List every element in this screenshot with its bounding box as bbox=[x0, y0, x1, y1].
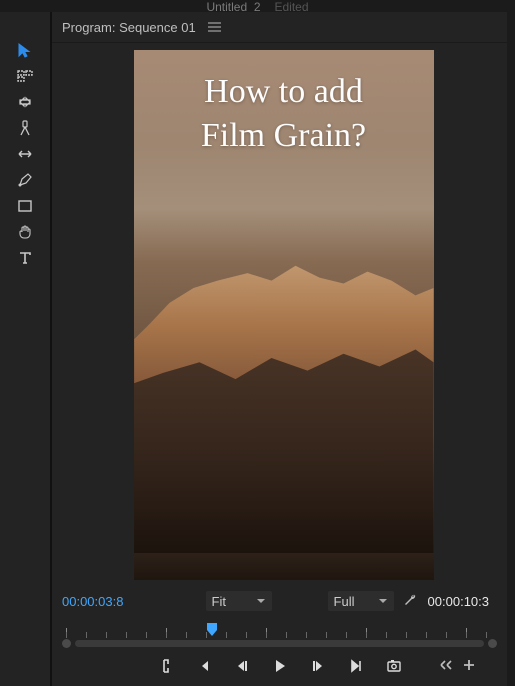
resolution-value: Full bbox=[334, 594, 355, 609]
document-state: Edited bbox=[275, 0, 309, 12]
video-preview[interactable]: How to add Film Grain? bbox=[134, 50, 434, 580]
track-select-icon bbox=[17, 68, 33, 84]
timecode-in[interactable]: 00:00:03:8 bbox=[62, 594, 123, 609]
mark-in-icon bbox=[158, 658, 174, 674]
go-to-in-icon bbox=[196, 658, 212, 674]
preview-title-overlay: How to add Film Grain? bbox=[134, 70, 434, 158]
ruler-ticks bbox=[66, 622, 493, 638]
step-back-button[interactable] bbox=[232, 656, 252, 676]
add-button[interactable] bbox=[461, 658, 477, 675]
ripple-edit-icon bbox=[17, 94, 33, 110]
button-overflow[interactable] bbox=[439, 658, 455, 675]
tools-toolbar bbox=[0, 12, 51, 686]
monitor-controls: 00:00:03:8 Fit Full 00:00:10:3 bbox=[52, 586, 507, 686]
export-frame-button[interactable] bbox=[384, 656, 404, 676]
pen-tool[interactable] bbox=[15, 170, 35, 190]
play-button[interactable] bbox=[270, 656, 290, 676]
pen-tool-icon bbox=[17, 172, 33, 188]
rectangle-tool[interactable] bbox=[15, 196, 35, 216]
zoom-dropdown[interactable]: Fit bbox=[206, 591, 272, 611]
razor-tool[interactable] bbox=[15, 118, 35, 138]
step-back-icon bbox=[234, 658, 250, 674]
panel-menu-button[interactable] bbox=[208, 20, 221, 35]
go-to-out-icon bbox=[348, 658, 364, 674]
document-name: Untitled_2 bbox=[206, 0, 260, 12]
zoom-handle-right[interactable] bbox=[488, 639, 497, 648]
timecode-out[interactable]: 00:00:10:3 bbox=[428, 594, 489, 609]
selection-tool-icon bbox=[17, 42, 33, 58]
zoom-handle-left[interactable] bbox=[62, 639, 71, 648]
program-monitor-panel: Program: Sequence 01 How to add Film Gra… bbox=[51, 12, 515, 686]
preview-background-art-2 bbox=[134, 341, 434, 553]
zoom-bar[interactable] bbox=[75, 640, 484, 647]
zoom-scrollbar[interactable] bbox=[62, 639, 497, 648]
document-header: Untitled_2 Edited bbox=[0, 0, 515, 12]
resolution-dropdown[interactable]: Full bbox=[328, 591, 394, 611]
track-select-tool[interactable] bbox=[15, 66, 35, 86]
play-icon bbox=[272, 658, 288, 674]
go-to-in-button[interactable] bbox=[194, 656, 214, 676]
slip-tool[interactable] bbox=[15, 144, 35, 164]
preview-area: How to add Film Grain? bbox=[52, 43, 515, 586]
transport-bar bbox=[62, 652, 497, 680]
rectangle-tool-icon bbox=[17, 198, 33, 214]
slip-tool-icon bbox=[17, 146, 33, 162]
hand-tool-icon bbox=[17, 224, 33, 240]
ripple-edit-tool[interactable] bbox=[15, 92, 35, 112]
export-frame-icon bbox=[386, 658, 402, 674]
panel-title: Program: Sequence 01 bbox=[62, 20, 196, 35]
chevron-down-icon bbox=[256, 596, 266, 606]
mark-in-button[interactable] bbox=[156, 656, 176, 676]
zoom-value: Fit bbox=[212, 594, 226, 609]
step-forward-icon bbox=[310, 658, 326, 674]
time-ruler[interactable] bbox=[62, 622, 497, 648]
settings-button[interactable] bbox=[402, 592, 420, 610]
menu-icon bbox=[208, 22, 221, 32]
selection-tool[interactable] bbox=[15, 40, 35, 60]
monitor-status-row: 00:00:03:8 Fit Full 00:00:10:3 bbox=[62, 586, 497, 616]
overflow-icon bbox=[439, 658, 455, 672]
panel-header: Program: Sequence 01 bbox=[52, 12, 515, 43]
chevron-down-icon bbox=[378, 596, 388, 606]
panel-scroll-thumb[interactable] bbox=[507, 82, 515, 122]
wrench-icon bbox=[402, 592, 418, 608]
hand-tool[interactable] bbox=[15, 222, 35, 242]
go-to-out-button[interactable] bbox=[346, 656, 366, 676]
razor-icon bbox=[17, 120, 33, 136]
plus-icon bbox=[461, 658, 477, 672]
playhead[interactable] bbox=[206, 622, 218, 638]
type-tool[interactable] bbox=[15, 248, 35, 268]
type-tool-icon bbox=[17, 250, 33, 266]
step-forward-button[interactable] bbox=[308, 656, 328, 676]
